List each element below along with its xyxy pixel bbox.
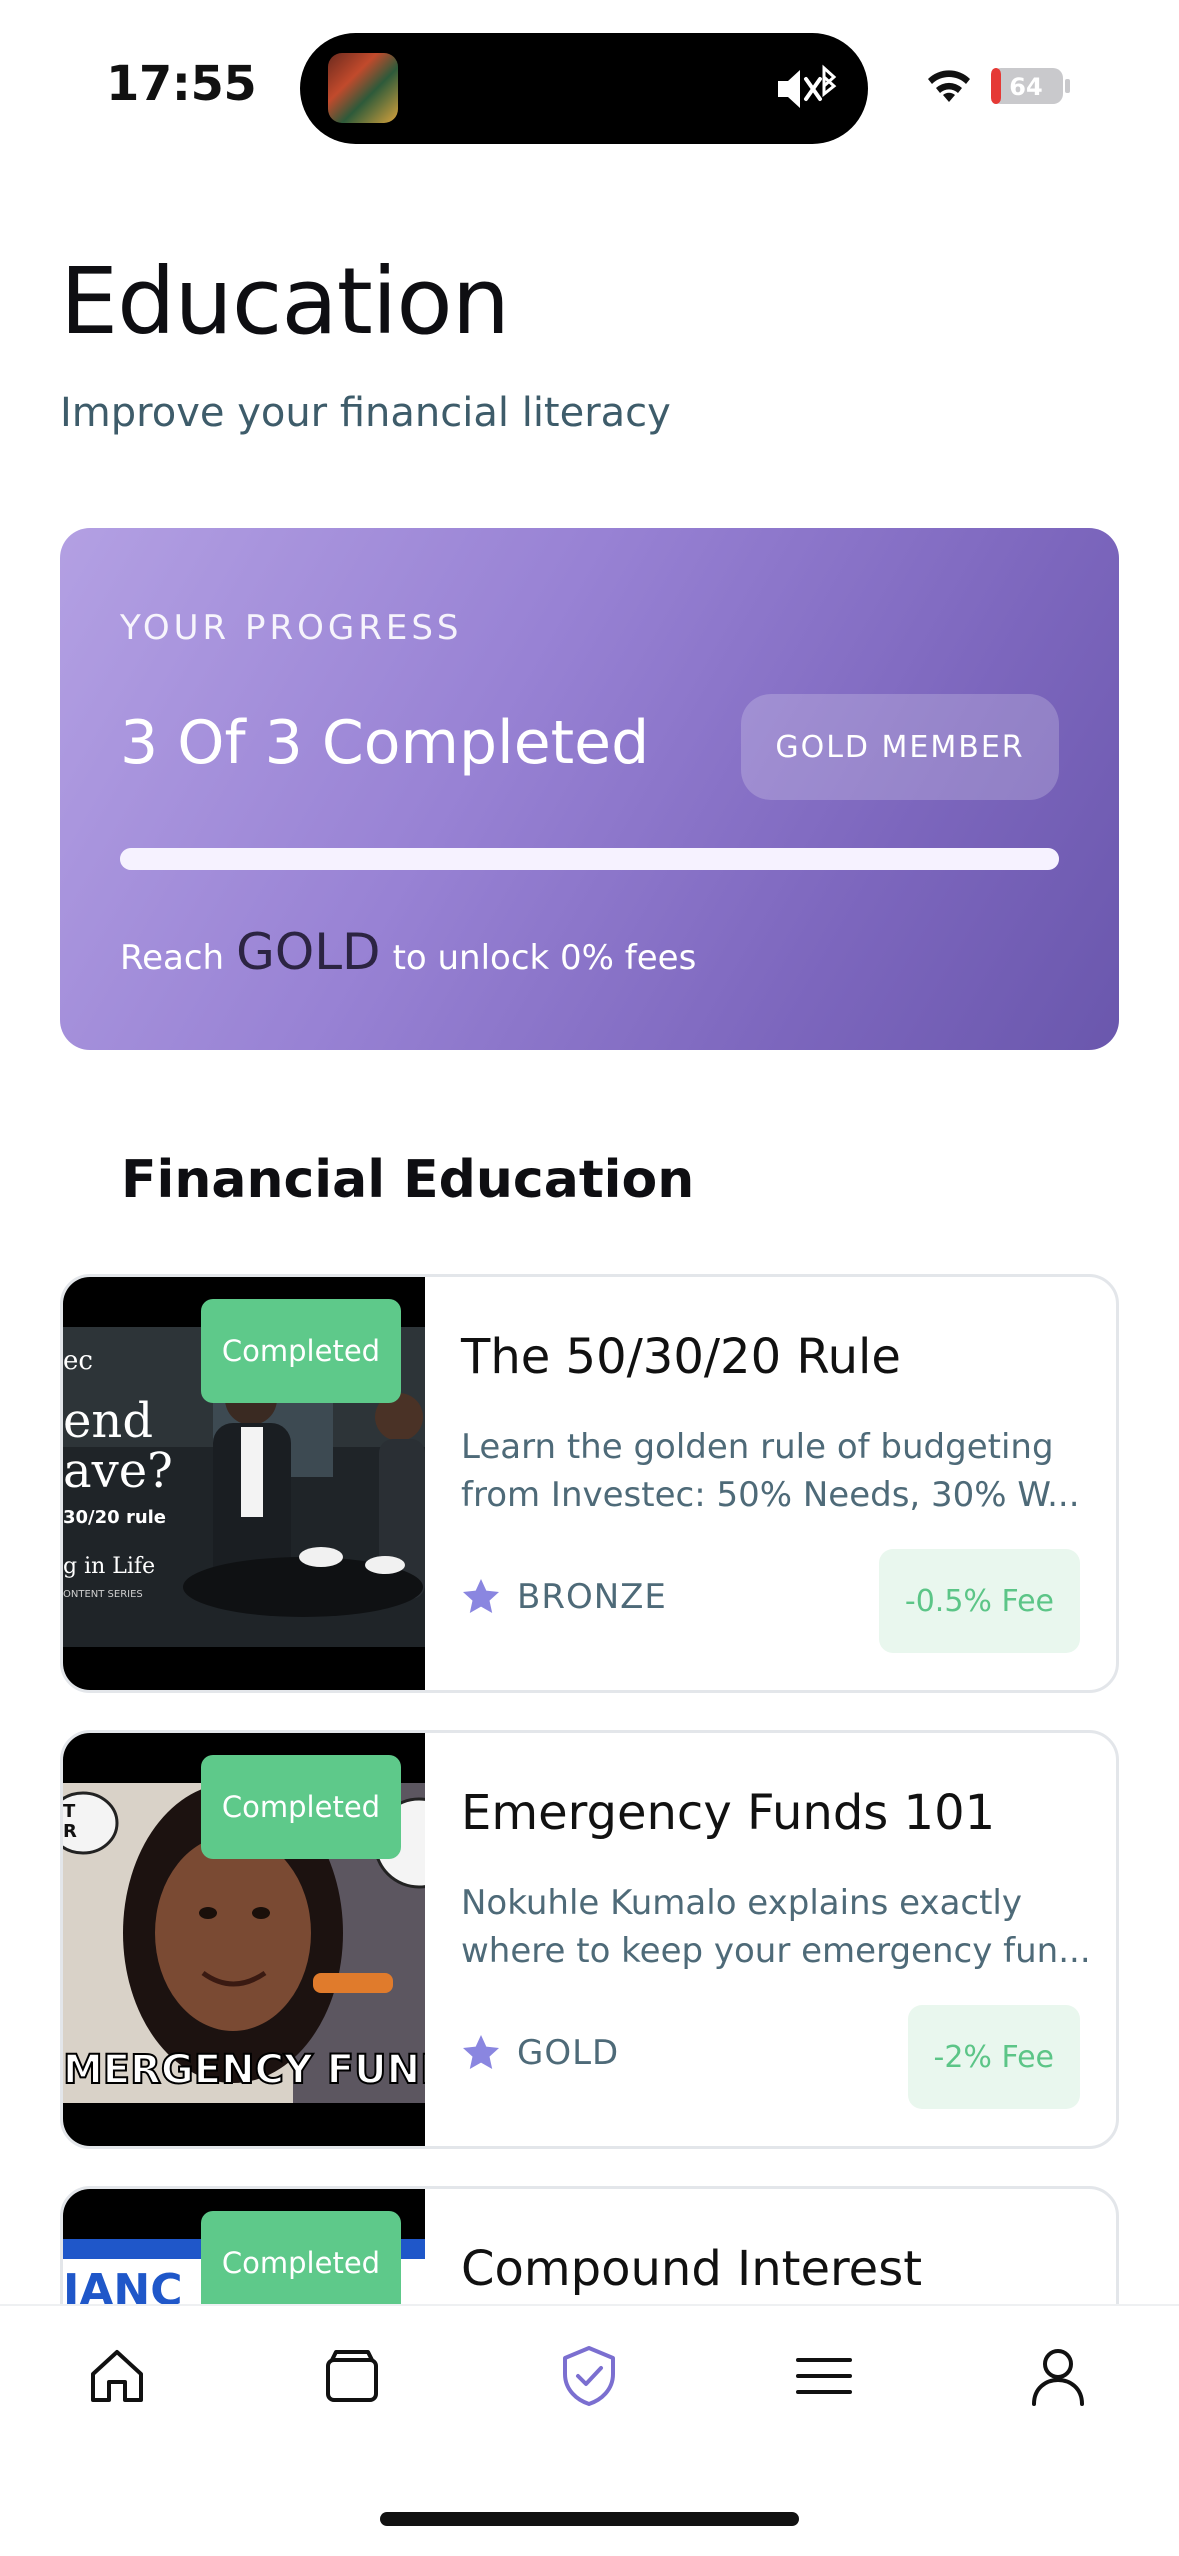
progress-note-prefix: Reach <box>120 938 225 978</box>
course-title: The 50/30/20 Rule <box>461 1329 901 1385</box>
course-description-line: from Investec: 50% Needs, 30% W... <box>461 1475 1080 1515</box>
nav-wallet[interactable] <box>312 2336 392 2416</box>
progress-bar-fill <box>120 848 1059 870</box>
star-icon <box>463 2035 499 2069</box>
svg-text:g in Life: g in Life <box>63 1554 155 1579</box>
course-tier-label: BRONZE <box>517 1577 667 1617</box>
completed-badge: Completed <box>201 2211 401 2304</box>
svg-text:ave?: ave? <box>63 1443 173 1499</box>
svg-text:MERGENCY FUND: MERGENCY FUND <box>63 2047 425 2093</box>
course-tier-label: GOLD <box>517 2033 620 2073</box>
completed-badge: Completed <box>201 1299 401 1403</box>
section-title: Financial Education <box>121 1150 695 1210</box>
course-description-line: where to keep your emergency fun... <box>461 1931 1091 1971</box>
course-description: Learn the golden rule of budgeting from … <box>461 1423 1091 1519</box>
nav-home[interactable] <box>77 2336 157 2416</box>
course-description-line: Nokuhle Kumalo explains exactly <box>461 1883 1022 1923</box>
nav-menu[interactable] <box>784 2336 864 2416</box>
dynamic-island <box>300 33 868 144</box>
page-title: Education <box>60 248 510 355</box>
course-thumbnail: T R MERGENCY FUND Completed <box>63 1733 425 2146</box>
course-title: Emergency Funds 101 <box>461 1785 996 1841</box>
svg-text:end: end <box>63 1393 153 1449</box>
progress-eyebrow: YOUR PROGRESS <box>120 608 463 648</box>
progress-note-tier: GOLD <box>236 923 381 981</box>
course-description: Nokuhle Kumalo explains exactly where to… <box>461 1879 1091 1975</box>
progress-count: 3 Of 3 Completed <box>120 708 650 778</box>
fee-badge: -2% Fee <box>907 2005 1080 2109</box>
course-thumbnail: ec end ave? 30/20 rule g in Life ONTENT … <box>63 1277 425 1690</box>
svg-text:ONTENT SERIES: ONTENT SERIES <box>63 1589 143 1600</box>
svg-text:ec: ec <box>63 1346 93 1376</box>
course-thumbnail: IANC Completed <box>63 2189 425 2304</box>
progress-note-suffix: to unlock 0% fees <box>392 938 697 978</box>
course-title: Compound Interest <box>461 2241 923 2297</box>
course-list[interactable]: ec end ave? 30/20 rule g in Life ONTENT … <box>60 1274 1119 2304</box>
svg-text:30/20 rule: 30/20 rule <box>63 1507 166 1528</box>
course-tier: BRONZE <box>461 1577 667 1617</box>
mute-bluetooth-icon <box>778 64 837 108</box>
star-icon <box>463 1579 499 1613</box>
course-tier: GOLD <box>461 2033 619 2073</box>
battery-level: 64 <box>1009 73 1042 101</box>
svg-text:R: R <box>63 1821 77 1842</box>
battery-icon: 64 <box>990 67 1072 105</box>
nav-education[interactable] <box>549 2336 629 2416</box>
nav-profile[interactable] <box>1018 2336 1098 2416</box>
menu-icon <box>796 2358 852 2394</box>
course-card[interactable]: T R MERGENCY FUND Completed Emergency Fu… <box>60 1730 1119 2149</box>
profile-icon <box>1032 2349 1084 2406</box>
progress-card: YOUR PROGRESS 3 Of 3 Completed GOLD MEMB… <box>60 528 1119 1050</box>
shield-check-icon <box>563 2346 615 2406</box>
course-description-line: Learn the golden rule of budgeting <box>461 1427 1054 1467</box>
fee-badge: -0.5% Fee <box>878 1549 1080 1653</box>
home-indicator[interactable] <box>380 2512 799 2526</box>
progress-bar <box>120 848 1059 870</box>
wifi-icon <box>928 70 970 102</box>
course-card[interactable]: IANC Completed Compound Interest <box>60 2186 1119 2304</box>
svg-text:IANC: IANC <box>63 2265 183 2304</box>
member-badge: GOLD MEMBER <box>741 694 1059 800</box>
status-time: 17:55 <box>106 56 257 112</box>
page-subtitle: Improve your financial literacy <box>60 390 671 436</box>
now-playing-artwork <box>328 53 398 123</box>
wallet-icon <box>326 2350 378 2402</box>
progress-note: Reach GOLD to unlock 0% fees <box>120 923 696 981</box>
status-bar: 17:55 64 <box>0 0 1179 170</box>
completed-badge: Completed <box>201 1755 401 1859</box>
svg-text:T: T <box>63 1801 76 1822</box>
home-icon <box>91 2350 143 2402</box>
course-card[interactable]: ec end ave? 30/20 rule g in Life ONTENT … <box>60 1274 1119 1693</box>
